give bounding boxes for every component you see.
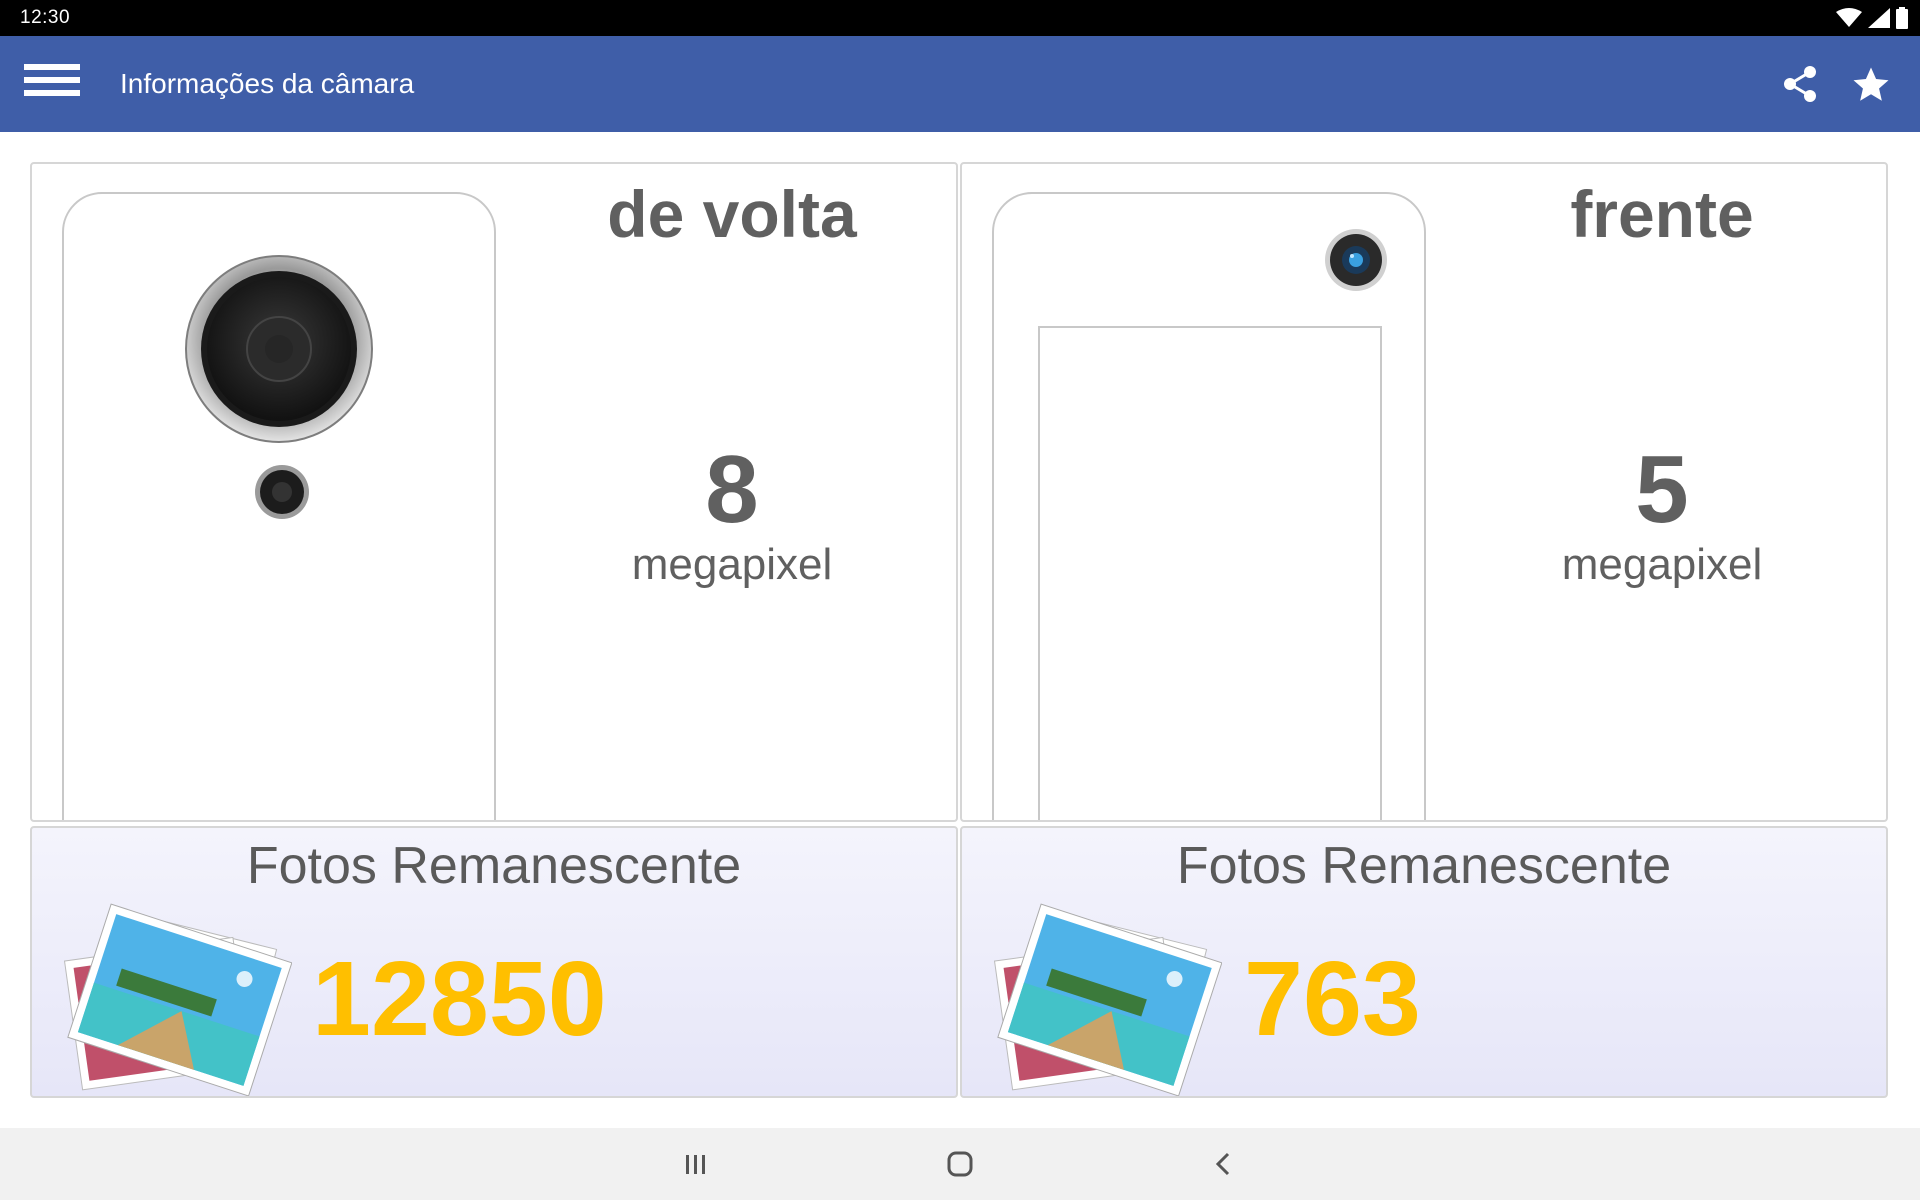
- megapixel-value: 8: [705, 436, 759, 543]
- photos-remaining-label: Fotos Remanescente: [246, 837, 742, 895]
- status-icons: [1836, 7, 1908, 29]
- front-camera-panel: frente 5 megapixel: [960, 162, 1888, 822]
- camera-side-title: de volta: [607, 177, 857, 251]
- back-icon: [1215, 1152, 1230, 1176]
- wifi-icon: [1836, 8, 1862, 27]
- home-button[interactable]: [940, 1146, 980, 1182]
- share-button[interactable]: [1780, 64, 1820, 104]
- megapixel-unit: megapixel: [631, 540, 833, 589]
- megapixel-unit: megapixel: [1561, 540, 1763, 589]
- megapixel-value: 5: [1635, 436, 1689, 543]
- battery-icon: [1896, 7, 1908, 29]
- system-nav-bar: [0, 1128, 1920, 1200]
- page-title: Informações da câmara: [120, 68, 415, 99]
- photos-remaining-count: 763: [1244, 940, 1421, 1058]
- back-button[interactable]: [1204, 1146, 1244, 1182]
- photos-remaining-label: Fotos Remanescente: [1176, 837, 1672, 895]
- phone-front-illustration: [992, 192, 1426, 820]
- share-icon: [1784, 66, 1816, 102]
- secondary-lens-icon: [255, 465, 309, 519]
- front-photos-remaining-panel: Fotos Remanescente 763: [960, 826, 1888, 1098]
- signal-icon: [1868, 8, 1890, 28]
- back-photos-remaining-panel: Fotos Remanescente 12850: [30, 826, 958, 1098]
- recents-icon: [686, 1155, 705, 1174]
- front-lens-icon: [1325, 229, 1387, 291]
- phone-screen-outline: [1038, 326, 1382, 820]
- menu-button[interactable]: [24, 64, 82, 106]
- phone-back-illustration: [62, 192, 496, 820]
- main-lens-icon: [185, 255, 373, 443]
- app-bar: Informações da câmara: [0, 36, 1920, 132]
- photos-remaining-count: 12850: [312, 940, 607, 1058]
- star-icon: [1853, 67, 1889, 101]
- hamburger-icon: [24, 64, 82, 96]
- status-bar: 12:30: [0, 0, 1920, 36]
- recents-button[interactable]: [676, 1146, 716, 1182]
- status-time: 12:30: [20, 7, 71, 28]
- home-icon: [947, 1151, 973, 1177]
- camera-side-title: frente: [1570, 177, 1754, 251]
- photo-stack-icon: [993, 903, 1222, 1096]
- photo-stack-icon: [63, 903, 292, 1096]
- favorite-button[interactable]: [1850, 64, 1892, 106]
- back-camera-panel: de volta 8 megapixel: [30, 162, 958, 822]
